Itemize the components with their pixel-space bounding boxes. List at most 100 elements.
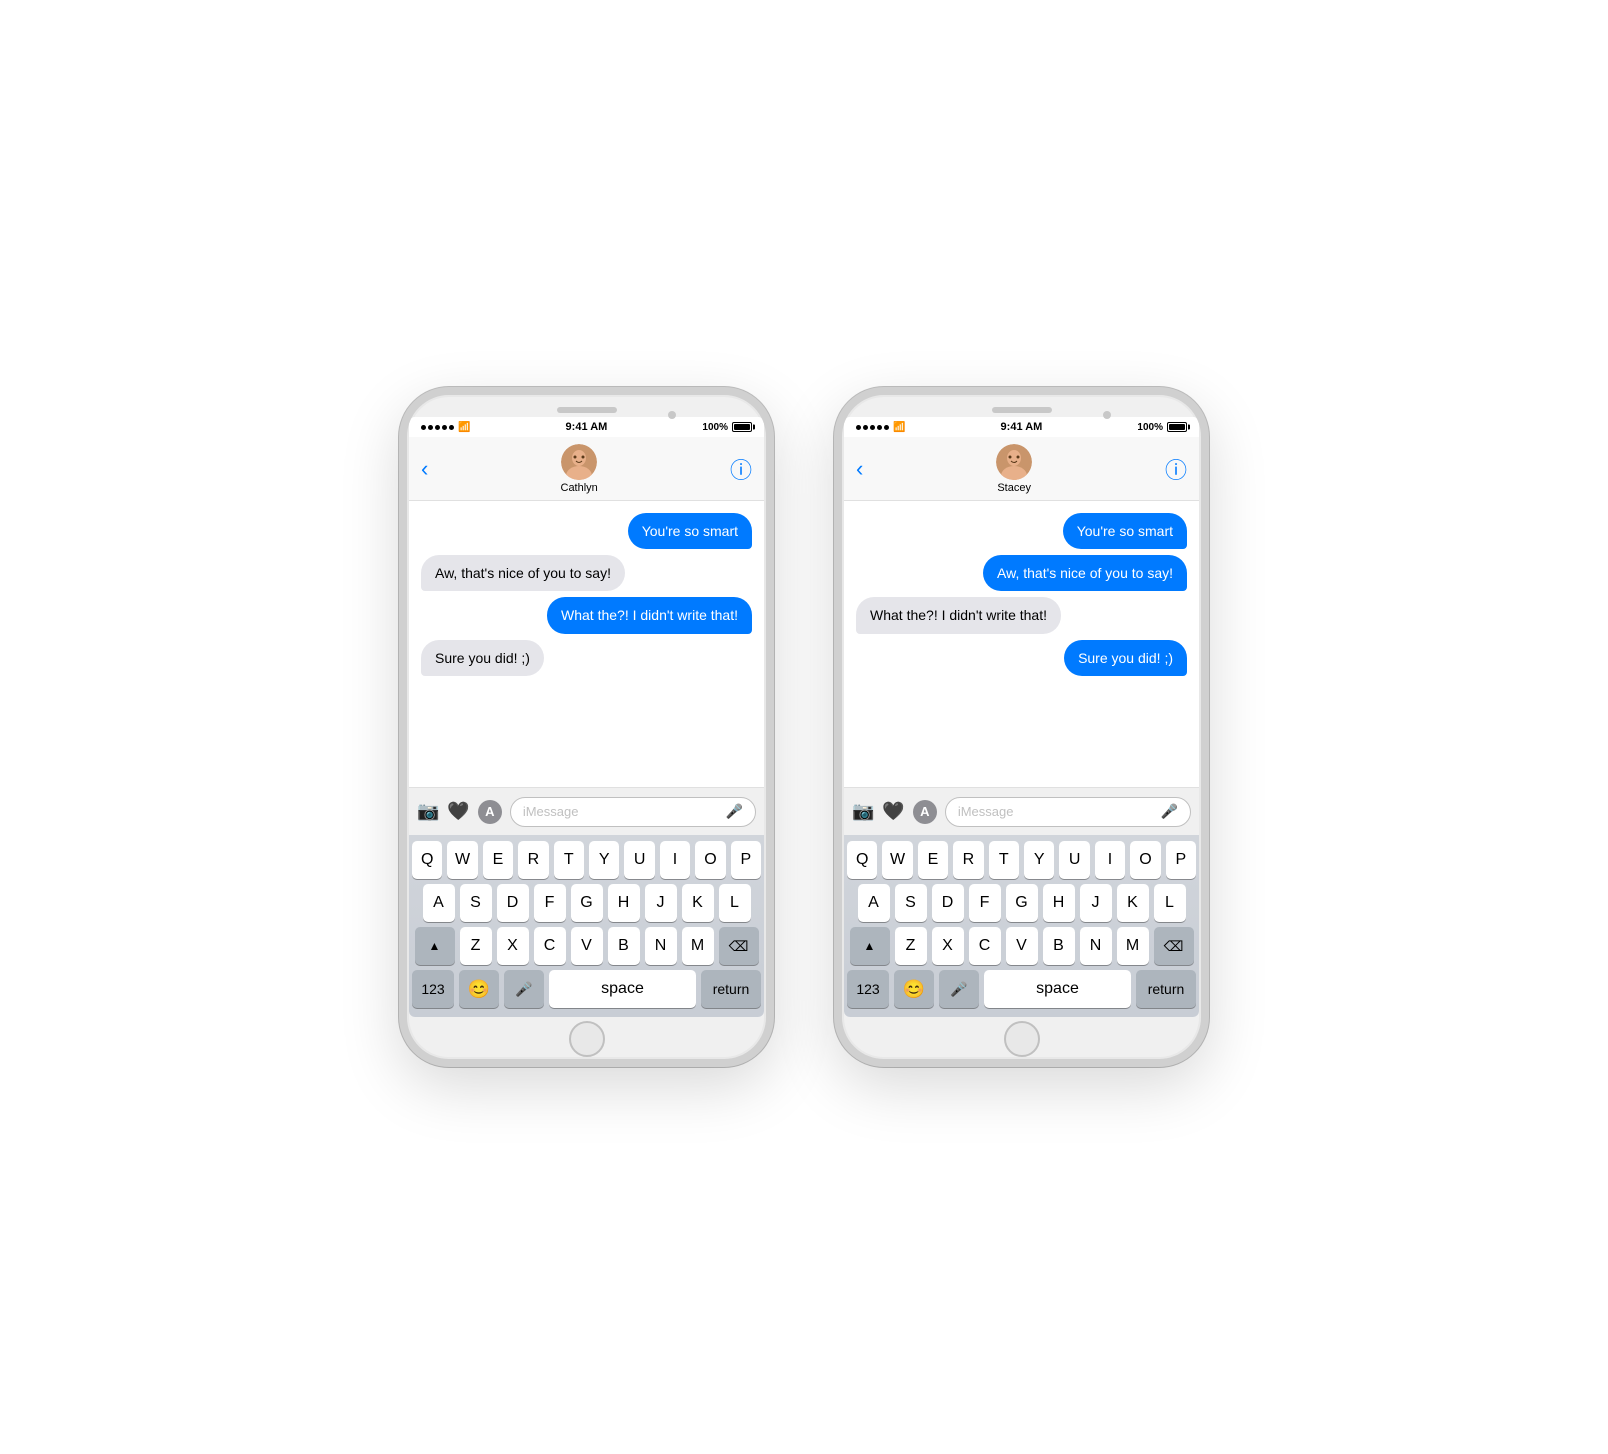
key-U[interactable]: U [624, 841, 654, 879]
mic-icon-left[interactable]: 🎤 [726, 803, 743, 820]
heart-icon-left[interactable]: 🖤 [447, 801, 469, 822]
key-delete[interactable]: ⌫ [719, 927, 759, 965]
back-button-right[interactable]: ‹ [856, 456, 863, 482]
key-X-r[interactable]: X [932, 927, 964, 965]
key-T-r[interactable]: T [989, 841, 1019, 879]
key-K-r[interactable]: K [1117, 884, 1149, 922]
key-N[interactable]: N [645, 927, 677, 965]
camera-icon-left[interactable]: 📷 [417, 801, 439, 822]
key-R-r[interactable]: R [953, 841, 983, 879]
info-button-left[interactable]: ⓘ [730, 453, 752, 485]
key-S-r[interactable]: S [895, 884, 927, 922]
key-shift[interactable]: ▲ [415, 927, 455, 965]
info-button-right[interactable]: ⓘ [1165, 453, 1187, 485]
key-Q[interactable]: Q [412, 841, 442, 879]
key-numbers-r[interactable]: 123 [847, 970, 889, 1008]
dot4r [877, 425, 882, 430]
key-A[interactable]: A [423, 884, 455, 922]
key-K[interactable]: K [682, 884, 714, 922]
key-L-r[interactable]: L [1154, 884, 1186, 922]
key-H-r[interactable]: H [1043, 884, 1075, 922]
top-bar-left [407, 395, 766, 415]
key-emoji-r[interactable]: 😊 [894, 970, 934, 1008]
key-O[interactable]: O [695, 841, 725, 879]
messages-right: You're so smart Aw, that's nice of you t… [844, 501, 1199, 787]
time-right: 9:41 AM [1001, 421, 1043, 433]
imessage-input-left[interactable]: iMessage 🎤 [510, 797, 756, 827]
dot3 [435, 425, 440, 430]
key-E-r[interactable]: E [918, 841, 948, 879]
key-H[interactable]: H [608, 884, 640, 922]
key-Q-r[interactable]: Q [847, 841, 877, 879]
home-button-right[interactable] [842, 1019, 1201, 1059]
key-P[interactable]: P [731, 841, 761, 879]
home-button-left[interactable] [407, 1019, 766, 1059]
key-shift-r[interactable]: ▲ [850, 927, 890, 965]
wifi-icon-left: 📶 [458, 422, 470, 433]
key-P-r[interactable]: P [1166, 841, 1196, 879]
key-J-r[interactable]: J [1080, 884, 1112, 922]
imessage-input-right[interactable]: iMessage 🎤 [945, 797, 1191, 827]
key-B[interactable]: B [608, 927, 640, 965]
key-Y-r[interactable]: Y [1024, 841, 1054, 879]
key-M-r[interactable]: M [1117, 927, 1149, 965]
key-Z[interactable]: Z [460, 927, 492, 965]
key-O-r[interactable]: O [1130, 841, 1160, 879]
key-I[interactable]: I [660, 841, 690, 879]
key-I-r[interactable]: I [1095, 841, 1125, 879]
appstore-icon-right[interactable]: A [913, 800, 937, 824]
key-space-r[interactable]: space [984, 970, 1131, 1008]
signal-dots [421, 425, 454, 430]
key-return[interactable]: return [701, 970, 761, 1008]
battery-left: 100% [702, 422, 752, 433]
camera-icon-right[interactable]: 📷 [852, 801, 874, 822]
key-C-r[interactable]: C [969, 927, 1001, 965]
key-V-r[interactable]: V [1006, 927, 1038, 965]
key-row-1-right: Q W E R T Y U I O P [847, 841, 1196, 879]
key-Z-r[interactable]: Z [895, 927, 927, 965]
key-T[interactable]: T [554, 841, 584, 879]
key-W-r[interactable]: W [882, 841, 912, 879]
key-A-r[interactable]: A [858, 884, 890, 922]
key-mic[interactable]: 🎤 [504, 970, 544, 1008]
nav-bar-right: ‹ Stacey ⓘ [844, 437, 1199, 501]
key-row-4-left: 123 😊 🎤 space return [412, 970, 761, 1008]
key-F-r[interactable]: F [969, 884, 1001, 922]
key-J[interactable]: J [645, 884, 677, 922]
key-V[interactable]: V [571, 927, 603, 965]
key-D[interactable]: D [497, 884, 529, 922]
message-bubble-r3: Sure you did! ;) [1064, 640, 1187, 676]
key-C[interactable]: C [534, 927, 566, 965]
key-space[interactable]: space [549, 970, 696, 1008]
key-numbers[interactable]: 123 [412, 970, 454, 1008]
key-M[interactable]: M [682, 927, 714, 965]
key-return-r[interactable]: return [1136, 970, 1196, 1008]
key-G[interactable]: G [571, 884, 603, 922]
heart-icon-right[interactable]: 🖤 [882, 801, 904, 822]
key-mic-r[interactable]: 🎤 [939, 970, 979, 1008]
input-bar-right: 📷 🖤 A iMessage 🎤 [844, 787, 1199, 835]
mic-icon-right[interactable]: 🎤 [1161, 803, 1178, 820]
key-N-r[interactable]: N [1080, 927, 1112, 965]
key-D-r[interactable]: D [932, 884, 964, 922]
key-delete-r[interactable]: ⌫ [1154, 927, 1194, 965]
key-S[interactable]: S [460, 884, 492, 922]
key-R[interactable]: R [518, 841, 548, 879]
key-E[interactable]: E [483, 841, 513, 879]
keyboard-right: Q W E R T Y U I O P A S D F G H [844, 835, 1199, 1017]
message-bubble-r2: What the?! I didn't write that! [856, 597, 1061, 633]
key-B-r[interactable]: B [1043, 927, 1075, 965]
back-button-left[interactable]: ‹ [421, 456, 428, 482]
key-X[interactable]: X [497, 927, 529, 965]
contact-name-left: Cathlyn [561, 482, 598, 494]
key-emoji[interactable]: 😊 [459, 970, 499, 1008]
appstore-icon-left[interactable]: A [478, 800, 502, 824]
key-F[interactable]: F [534, 884, 566, 922]
key-G-r[interactable]: G [1006, 884, 1038, 922]
key-W[interactable]: W [447, 841, 477, 879]
key-U-r[interactable]: U [1059, 841, 1089, 879]
key-Y[interactable]: Y [589, 841, 619, 879]
key-row-3-right: ▲ Z X C V B N M ⌫ [847, 927, 1196, 965]
dot2 [428, 425, 433, 430]
key-L[interactable]: L [719, 884, 751, 922]
